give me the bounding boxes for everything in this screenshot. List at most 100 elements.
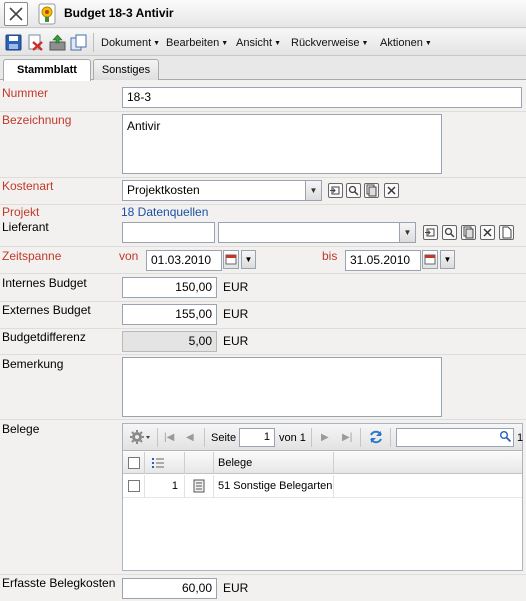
- search-icon[interactable]: [499, 430, 512, 446]
- chevron-down-icon[interactable]: ▼: [241, 250, 256, 269]
- assign-icon[interactable]: [423, 225, 438, 240]
- stammblatt-form: Nummer 18-3 Bezeichnung Antivir Kostenar…: [0, 81, 526, 601]
- von-date-input[interactable]: 01.03.2010: [146, 250, 222, 271]
- erfasste-belegkosten-input[interactable]: 60,00: [122, 578, 217, 599]
- menu-label: Ansicht: [236, 37, 273, 49]
- currency-unit: EUR: [223, 307, 249, 321]
- row-belege-cell: 51 Sonstige Belegarten: [214, 475, 334, 498]
- lieferant-label: Lieferant: [2, 220, 49, 234]
- chevron-down-icon[interactable]: ▼: [399, 223, 415, 242]
- search-icon[interactable]: [442, 225, 457, 240]
- caret-down-icon: ▼: [424, 40, 432, 47]
- calendar-icon[interactable]: [422, 250, 438, 269]
- toolbar-separator: [157, 428, 158, 447]
- page-number-input[interactable]: 1: [239, 428, 275, 447]
- menu-label: Dokument: [101, 37, 152, 49]
- budget-icon: [37, 3, 57, 25]
- toolbar-separator: [360, 428, 361, 447]
- column-header-belege[interactable]: Belege: [214, 452, 334, 474]
- bemerkung-textarea[interactable]: [122, 357, 442, 417]
- projekt-label: Projekt: [2, 205, 40, 219]
- menu-rueckverweise[interactable]: Rückverweise ▼: [291, 37, 368, 49]
- bezeichnung-textarea[interactable]: Antivir: [122, 114, 442, 174]
- chevron-down-icon[interactable]: ▼: [440, 250, 455, 269]
- search-icon[interactable]: [346, 183, 361, 198]
- lieferant-select[interactable]: ▼: [218, 222, 416, 243]
- tab-stammblatt[interactable]: Stammblatt: [3, 59, 91, 81]
- nummer-input[interactable]: 18-3: [122, 87, 522, 108]
- belege-grid: |◀ ◀ Seite 1 von 1 ▶ ▶| 1 Belege 1 51 So…: [122, 423, 523, 571]
- menu-aktionen[interactable]: Aktionen ▼: [380, 37, 432, 49]
- externes-budget-label: Externes Budget: [2, 303, 91, 317]
- refresh-icon[interactable]: [368, 429, 384, 448]
- clear-icon[interactable]: [384, 183, 399, 198]
- icon-column: [185, 452, 214, 474]
- row-divider: [0, 177, 526, 178]
- budgetdifferenz-label: Budgetdifferenz: [2, 330, 86, 344]
- row-checkbox[interactable]: [128, 480, 140, 492]
- bis-date-input[interactable]: 31.05.2010: [345, 250, 421, 271]
- export-icon[interactable]: [49, 34, 66, 51]
- grid-toolbar: |◀ ◀ Seite 1 von 1 ▶ ▶| 1: [123, 424, 524, 451]
- clear-icon[interactable]: [480, 225, 495, 240]
- receipt-icon: [193, 479, 205, 496]
- toolbar-separator: [311, 428, 312, 447]
- table-row[interactable]: 1 51 Sonstige Belegarten: [123, 475, 522, 498]
- internes-budget-input[interactable]: 150,00: [122, 277, 217, 298]
- open-record-icon[interactable]: [461, 225, 476, 240]
- tab-sonstiges[interactable]: Sonstiges: [93, 59, 159, 80]
- new-document-icon[interactable]: [499, 225, 514, 240]
- select-all-checkbox[interactable]: [128, 457, 140, 469]
- next-page-icon[interactable]: ▶: [321, 432, 329, 443]
- tab-bar: Stammblatt Sonstiges: [0, 56, 526, 81]
- kostenart-value: Projektkosten: [127, 183, 200, 197]
- caret-down-icon: ▼: [361, 40, 369, 47]
- row-divider: [0, 204, 526, 205]
- caret-down-icon: ▼: [274, 40, 282, 47]
- first-page-icon[interactable]: |◀: [164, 432, 174, 443]
- menu-bearbeiten[interactable]: Bearbeiten ▼: [166, 37, 228, 49]
- open-record-icon[interactable]: [364, 183, 379, 198]
- budgetdifferenz-value: 5,00: [122, 331, 217, 352]
- toolbar-separator: [93, 33, 94, 52]
- menu-label: Rückverweise: [291, 37, 360, 49]
- currency-unit: EUR: [223, 581, 249, 595]
- row-divider: [0, 246, 526, 247]
- gear-icon[interactable]: [129, 429, 151, 448]
- close-icon: [9, 7, 23, 21]
- menu-label: Bearbeiten: [166, 37, 220, 49]
- von-label: von: [119, 249, 139, 263]
- last-page-icon[interactable]: ▶|: [342, 432, 352, 443]
- toolbar-separator: [204, 428, 205, 447]
- delete-icon[interactable]: [27, 34, 44, 51]
- row-divider: [0, 354, 526, 355]
- externes-budget-input[interactable]: 155,00: [122, 304, 217, 325]
- row-divider: [0, 301, 526, 302]
- page-count-label: von 1: [279, 432, 306, 444]
- menu-ansicht[interactable]: Ansicht ▼: [236, 37, 281, 49]
- menu-label: Aktionen: [380, 37, 423, 49]
- menu-dokument[interactable]: Dokument ▼: [101, 37, 160, 49]
- kostenart-label: Kostenart: [2, 179, 54, 193]
- select-all-column: [123, 452, 145, 474]
- bezeichnung-label: Bezeichnung: [2, 113, 72, 127]
- calendar-icon[interactable]: [223, 250, 239, 269]
- assign-icon[interactable]: [328, 183, 343, 198]
- lieferant-code-input[interactable]: [122, 222, 215, 243]
- copy-icon[interactable]: [70, 34, 87, 51]
- erfasste-belegkosten-label: Erfasste Belegkosten: [2, 576, 116, 590]
- row-icon-cell: [185, 475, 214, 498]
- grid-trailing-count: 1: [517, 432, 524, 444]
- kostenart-select[interactable]: Projektkosten ▼: [122, 180, 322, 201]
- row-belege-value: 51 Sonstige Belegarten: [218, 480, 333, 492]
- save-icon[interactable]: [5, 34, 22, 51]
- prev-page-icon[interactable]: ◀: [186, 432, 194, 443]
- belege-label: Belege: [2, 422, 40, 436]
- column-header-label: Belege: [218, 457, 253, 469]
- window-title: Budget 18-3 Antivir: [64, 6, 174, 20]
- projekt-link[interactable]: 18 Datenquellen: [121, 205, 208, 219]
- grid-search-input[interactable]: [396, 428, 514, 447]
- close-button[interactable]: [4, 2, 28, 26]
- caret-down-icon: ▼: [221, 40, 229, 47]
- chevron-down-icon[interactable]: ▼: [305, 181, 321, 200]
